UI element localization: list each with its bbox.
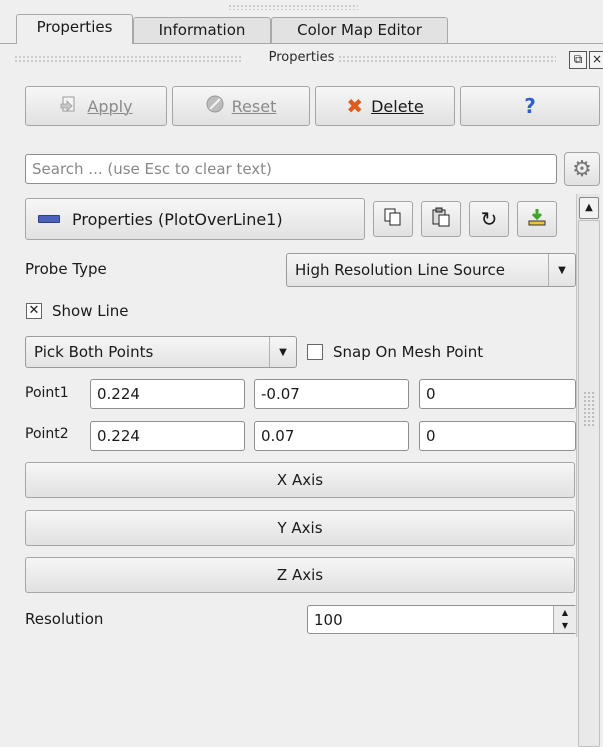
collapse-icon <box>38 215 60 223</box>
point2-label: Point2 <box>25 426 69 442</box>
section-label: Properties (PlotOverLine1) <box>72 209 283 229</box>
resolution-label: Resolution <box>25 610 104 628</box>
chevron-down-icon: ▼ <box>269 337 296 367</box>
help-icon: ? <box>524 94 536 118</box>
point1-z-field[interactable]: 0 <box>419 379 576 409</box>
x-axis-button[interactable]: X Axis <box>25 462 575 498</box>
point2-y-field[interactable]: 0.07 <box>254 421 409 451</box>
scrollbar-thumb[interactable] <box>578 220 600 747</box>
float-icon[interactable]: ⧉ <box>569 51 587 69</box>
tab-bar: Properties Information Color Map Editor <box>0 0 603 44</box>
close-icon[interactable]: × <box>589 51 603 69</box>
refresh-icon: ↻ <box>480 207 498 231</box>
show-line-checkbox[interactable]: ✕ <box>26 303 42 319</box>
spin-arrows-icon[interactable]: ▲ ▼ <box>553 606 576 633</box>
delete-icon: ✖ <box>346 94 364 118</box>
apply-label: Apply <box>87 96 133 116</box>
point2-x-field[interactable]: 0.224 <box>90 421 245 451</box>
show-line-label: Show Line <box>52 302 129 320</box>
dock-grip-right <box>338 55 556 62</box>
tab-grip <box>228 4 358 10</box>
tab-color-map-editor[interactable]: Color Map Editor <box>271 17 448 43</box>
z-axis-button[interactable]: Z Axis <box>25 557 575 593</box>
apply-button[interactable]: Apply <box>25 86 167 126</box>
search-input[interactable]: Search ... (use Esc to clear text) <box>25 154 557 184</box>
pick-points-select[interactable]: Pick Both Points ▼ <box>25 336 297 368</box>
download-icon <box>527 207 547 231</box>
probe-type-label: Probe Type <box>25 260 107 278</box>
search-placeholder: Search ... (use Esc to clear text) <box>32 160 272 178</box>
paste-button[interactable] <box>421 201 461 237</box>
scrollbar-grip <box>583 391 595 427</box>
point1-z-value: 0 <box>426 385 436 403</box>
point1-x-value: 0.224 <box>97 385 140 403</box>
copy-button[interactable] <box>373 201 413 237</box>
dock-title-bar: Properties ⧉ × <box>0 45 603 73</box>
probe-type-value: High Resolution Line Source <box>295 261 505 279</box>
delete-label: Delete <box>371 96 424 116</box>
point2-z-value: 0 <box>426 427 436 445</box>
reset-button[interactable]: Reset <box>172 86 310 126</box>
chevron-down-icon: ▼ <box>548 254 575 286</box>
vertical-scrollbar[interactable]: ▲ <box>576 194 600 747</box>
scroll-up-icon[interactable]: ▲ <box>579 197 599 219</box>
reset-label: Reset <box>231 96 277 116</box>
copy-icon <box>383 207 403 231</box>
resolution-value: 100 <box>314 610 343 629</box>
tab-information[interactable]: Information <box>133 17 271 43</box>
gear-icon: ⚙ <box>572 156 592 182</box>
probe-type-select[interactable]: High Resolution Line Source ▼ <box>286 253 576 287</box>
point1-y-value: -0.07 <box>261 385 300 403</box>
point2-y-value: 0.07 <box>261 427 295 445</box>
paste-icon <box>431 207 451 231</box>
tab-properties[interactable]: Properties <box>16 14 133 44</box>
snap-checkbox[interactable] <box>307 344 323 360</box>
point2-x-value: 0.224 <box>97 427 140 445</box>
delete-button[interactable]: ✖ Delete <box>315 86 455 126</box>
point1-x-field[interactable]: 0.224 <box>90 379 245 409</box>
reset-icon <box>206 95 224 117</box>
y-axis-button[interactable]: Y Axis <box>25 510 575 546</box>
restore-defaults-button[interactable]: ↻ <box>469 201 509 237</box>
snap-label: Snap On Mesh Point <box>333 343 484 361</box>
properties-section-toggle[interactable]: Properties (PlotOverLine1) <box>25 198 365 240</box>
settings-button[interactable]: ⚙ <box>564 152 600 186</box>
point1-y-field[interactable]: -0.07 <box>254 379 409 409</box>
save-defaults-button[interactable] <box>517 201 557 237</box>
apply-icon <box>59 94 79 118</box>
resolution-spinbox[interactable]: 100 ▲ ▼ <box>307 605 577 634</box>
point2-z-field[interactable]: 0 <box>419 421 576 451</box>
help-button[interactable]: ? <box>460 86 600 126</box>
point1-label: Point1 <box>25 385 69 401</box>
pick-points-value: Pick Both Points <box>34 343 154 361</box>
